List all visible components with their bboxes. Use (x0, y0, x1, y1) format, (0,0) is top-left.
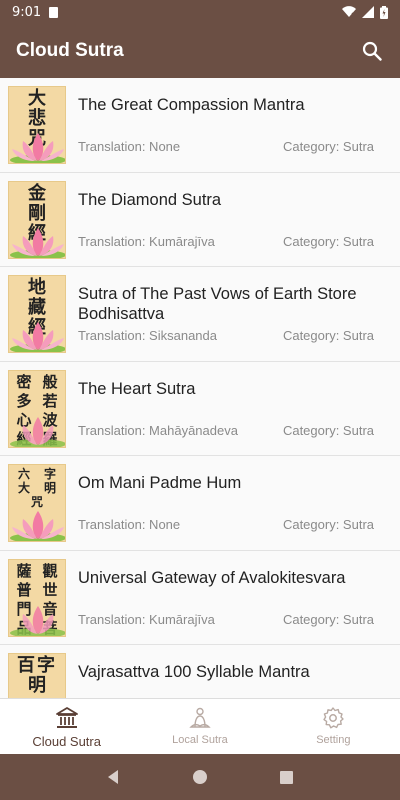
tab-local-sutra[interactable]: Local Sutra (133, 699, 266, 754)
sutra-translation: Translation: Mahāyānadeva (78, 422, 238, 438)
sutra-translation: Translation: Siksananda (78, 328, 217, 343)
tab-local-sutra-label: Local Sutra (172, 734, 228, 746)
sutra-title: Om Mani Padme Hum (78, 474, 242, 492)
list-item[interactable]: 薩觀普世門音品菩 Universal Gateway of Avalokites… (0, 550, 400, 645)
sutra-title: The Diamond Sutra (78, 190, 222, 209)
sutra-translation: Translation: None (78, 139, 181, 154)
list-item[interactable]: 百字明 Vajrasattva 100 Syllable Mantra (0, 645, 400, 698)
sutra-category: Category: Sutra (282, 611, 374, 627)
sutra-title: The Great Compassion Mantra (78, 96, 305, 114)
system-navigation-bar (0, 754, 400, 800)
list-item[interactable]: 地藏經 Sutra of The Past Vows of Earth Stor… (0, 267, 400, 362)
status-bar: 9:01 (0, 0, 400, 24)
sutra-list: 大悲咒 The Great Compassion Mantra Translat… (0, 78, 400, 698)
sutra-title: Sutra of The Past Vows of Earth Store Bo… (78, 285, 357, 323)
sutra-cover-image: 百字明 (8, 653, 66, 698)
sutra-cover-image: 密般多若心波經羅 (8, 369, 66, 448)
recents-icon (280, 770, 294, 784)
app-title: Cloud Sutra (16, 40, 124, 61)
sutra-category: Category: Sutra (282, 139, 374, 154)
sutra-category: Category: Sutra (282, 517, 374, 532)
search-icon (362, 41, 382, 61)
sutra-cover-image: 薩觀普世門音品菩 (8, 558, 66, 637)
sutra-cover-image: 地藏經 (8, 275, 66, 353)
temple-icon (55, 707, 78, 728)
lotus-icon (10, 416, 65, 447)
bottom-navigation: Cloud Sutra Local Sutra Setting (0, 698, 400, 754)
back-icon (108, 770, 119, 784)
tab-setting[interactable]: Setting (267, 699, 400, 754)
sutra-cover-image: 大悲咒 (8, 86, 66, 164)
signal-icon (362, 6, 374, 18)
search-button[interactable] (360, 39, 384, 63)
recents-button[interactable] (277, 767, 297, 787)
tab-cloud-sutra[interactable]: Cloud Sutra (0, 699, 133, 754)
lotus-icon (10, 322, 65, 352)
sutra-translation: Translation: Kumārajīva (78, 611, 215, 627)
buddha-icon (189, 707, 211, 728)
home-button[interactable] (190, 767, 210, 787)
list-item[interactable]: 金剛經 The Diamond Sutra Translation: Kumār… (0, 172, 400, 267)
sutra-translation: Translation: Kumārajīva (78, 233, 215, 249)
lotus-icon (10, 605, 65, 636)
sutra-cover-image: 六字大明咒 (8, 464, 66, 542)
status-icons (342, 5, 388, 19)
gear-icon (323, 707, 345, 729)
status-time: 9:01 (12, 4, 42, 20)
sd-card-icon (49, 6, 59, 18)
lotus-icon (10, 511, 65, 541)
battery-icon (380, 5, 388, 19)
lotus-icon (10, 227, 65, 258)
sutra-title: Vajrasattva 100 Syllable Mantra (78, 663, 310, 681)
sutra-translation: Translation: None (78, 517, 181, 532)
tab-cloud-sutra-label: Cloud Sutra (32, 734, 101, 749)
sutra-cover-image: 金剛經 (8, 180, 66, 259)
list-item[interactable]: 六字大明咒 Om Mani Padme Hum Translation: Non… (0, 456, 400, 551)
home-icon (192, 770, 207, 784)
lotus-icon (10, 133, 65, 163)
tab-setting-label: Setting (316, 734, 351, 746)
app-bar: Cloud Sutra (0, 24, 400, 78)
sutra-title: Universal Gateway of Avalokitesvara (78, 568, 346, 587)
list-item[interactable]: 大悲咒 The Great Compassion Mantra Translat… (0, 78, 400, 173)
sutra-category: Category: Sutra (282, 328, 374, 343)
sutra-category: Category: Sutra (282, 233, 374, 249)
back-button[interactable] (103, 767, 123, 787)
sutra-category: Category: Sutra (282, 422, 374, 438)
list-item[interactable]: 密般多若心波經羅 The Heart Sutra Translation: Ma… (0, 361, 400, 456)
wifi-icon (342, 6, 356, 18)
sutra-title: The Heart Sutra (78, 379, 196, 398)
